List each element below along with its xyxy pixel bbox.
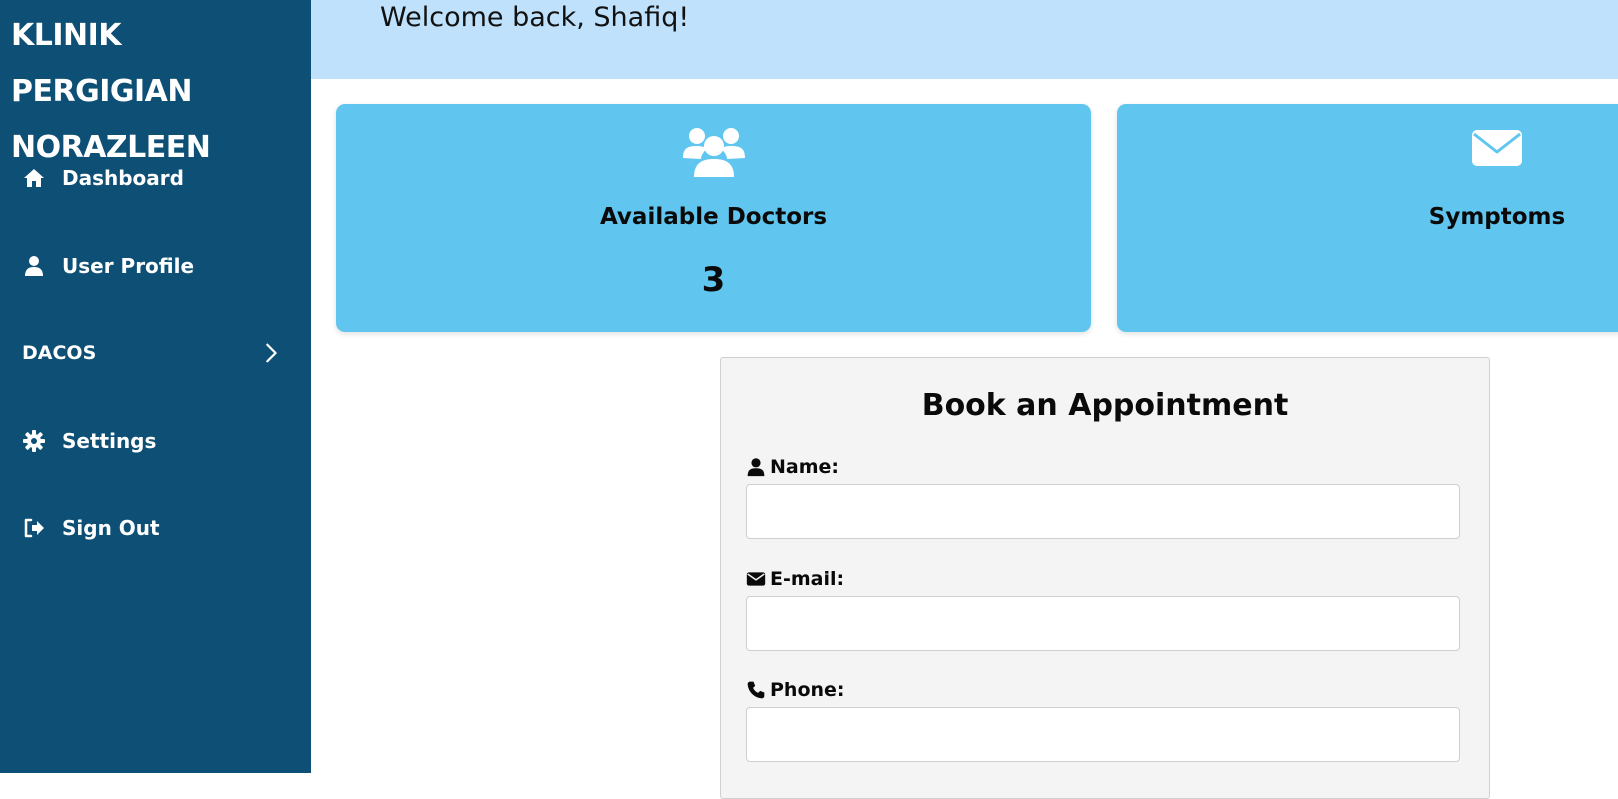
name-input[interactable] [746, 484, 1460, 539]
sidebar-item-dacos[interactable]: DACOS [22, 335, 282, 371]
brand-line-1: KLINIK PERGIGIAN [11, 18, 192, 109]
phone-input[interactable] [746, 707, 1460, 762]
sidebar-item-label: Settings [62, 429, 157, 453]
envelope-icon [1471, 126, 1523, 168]
sidebar-item-user-profile[interactable]: User Profile [22, 248, 194, 284]
sidebar-item-label: User Profile [62, 254, 195, 278]
name-label-text: Name: [770, 456, 840, 478]
phone-label: Phone: [746, 679, 845, 701]
user-icon [746, 457, 766, 477]
email-label-text: E-mail: [770, 568, 845, 590]
email-label: E-mail: [746, 568, 844, 590]
user-icon [22, 254, 46, 278]
brand-title: KLINIK PERGIGIAN NORAZLEEN [11, 8, 306, 176]
sidebar-item-dashboard[interactable]: Dashboard [22, 160, 184, 196]
users-icon [682, 126, 746, 178]
card-count: 3 [701, 260, 726, 300]
envelope-icon [746, 569, 766, 589]
home-icon [22, 166, 46, 190]
top-header: Welcome back, Shafiq! [311, 0, 1618, 79]
phone-icon [746, 680, 766, 700]
card-title: Symptoms [1428, 204, 1566, 230]
card-title: Available Doctors [599, 204, 828, 230]
appointment-form: Book an Appointment Name: E-mail: Phone: [720, 357, 1490, 799]
sidebar-item-label: Sign Out [62, 516, 160, 540]
chevron-right-icon [260, 342, 282, 364]
available-doctors-card[interactable]: Available Doctors 3 [336, 104, 1091, 332]
sidebar-item-label: Dashboard [62, 166, 184, 190]
welcome-message: Welcome back, Shafiq! [380, 2, 690, 33]
sidebar: KLINIK PERGIGIAN NORAZLEEN Dashboard Use… [0, 0, 311, 773]
email-input[interactable] [746, 596, 1460, 651]
phone-label-text: Phone: [770, 679, 845, 701]
sidebar-item-sign-out[interactable]: Sign Out [22, 510, 160, 546]
symptoms-card[interactable]: Symptoms [1117, 104, 1618, 332]
gear-icon [22, 429, 46, 453]
sign-out-icon [22, 516, 46, 540]
form-title: Book an Appointment [921, 388, 1289, 423]
sidebar-item-label: DACOS [22, 342, 97, 364]
name-label: Name: [746, 456, 839, 478]
sidebar-item-settings[interactable]: Settings [22, 423, 156, 459]
